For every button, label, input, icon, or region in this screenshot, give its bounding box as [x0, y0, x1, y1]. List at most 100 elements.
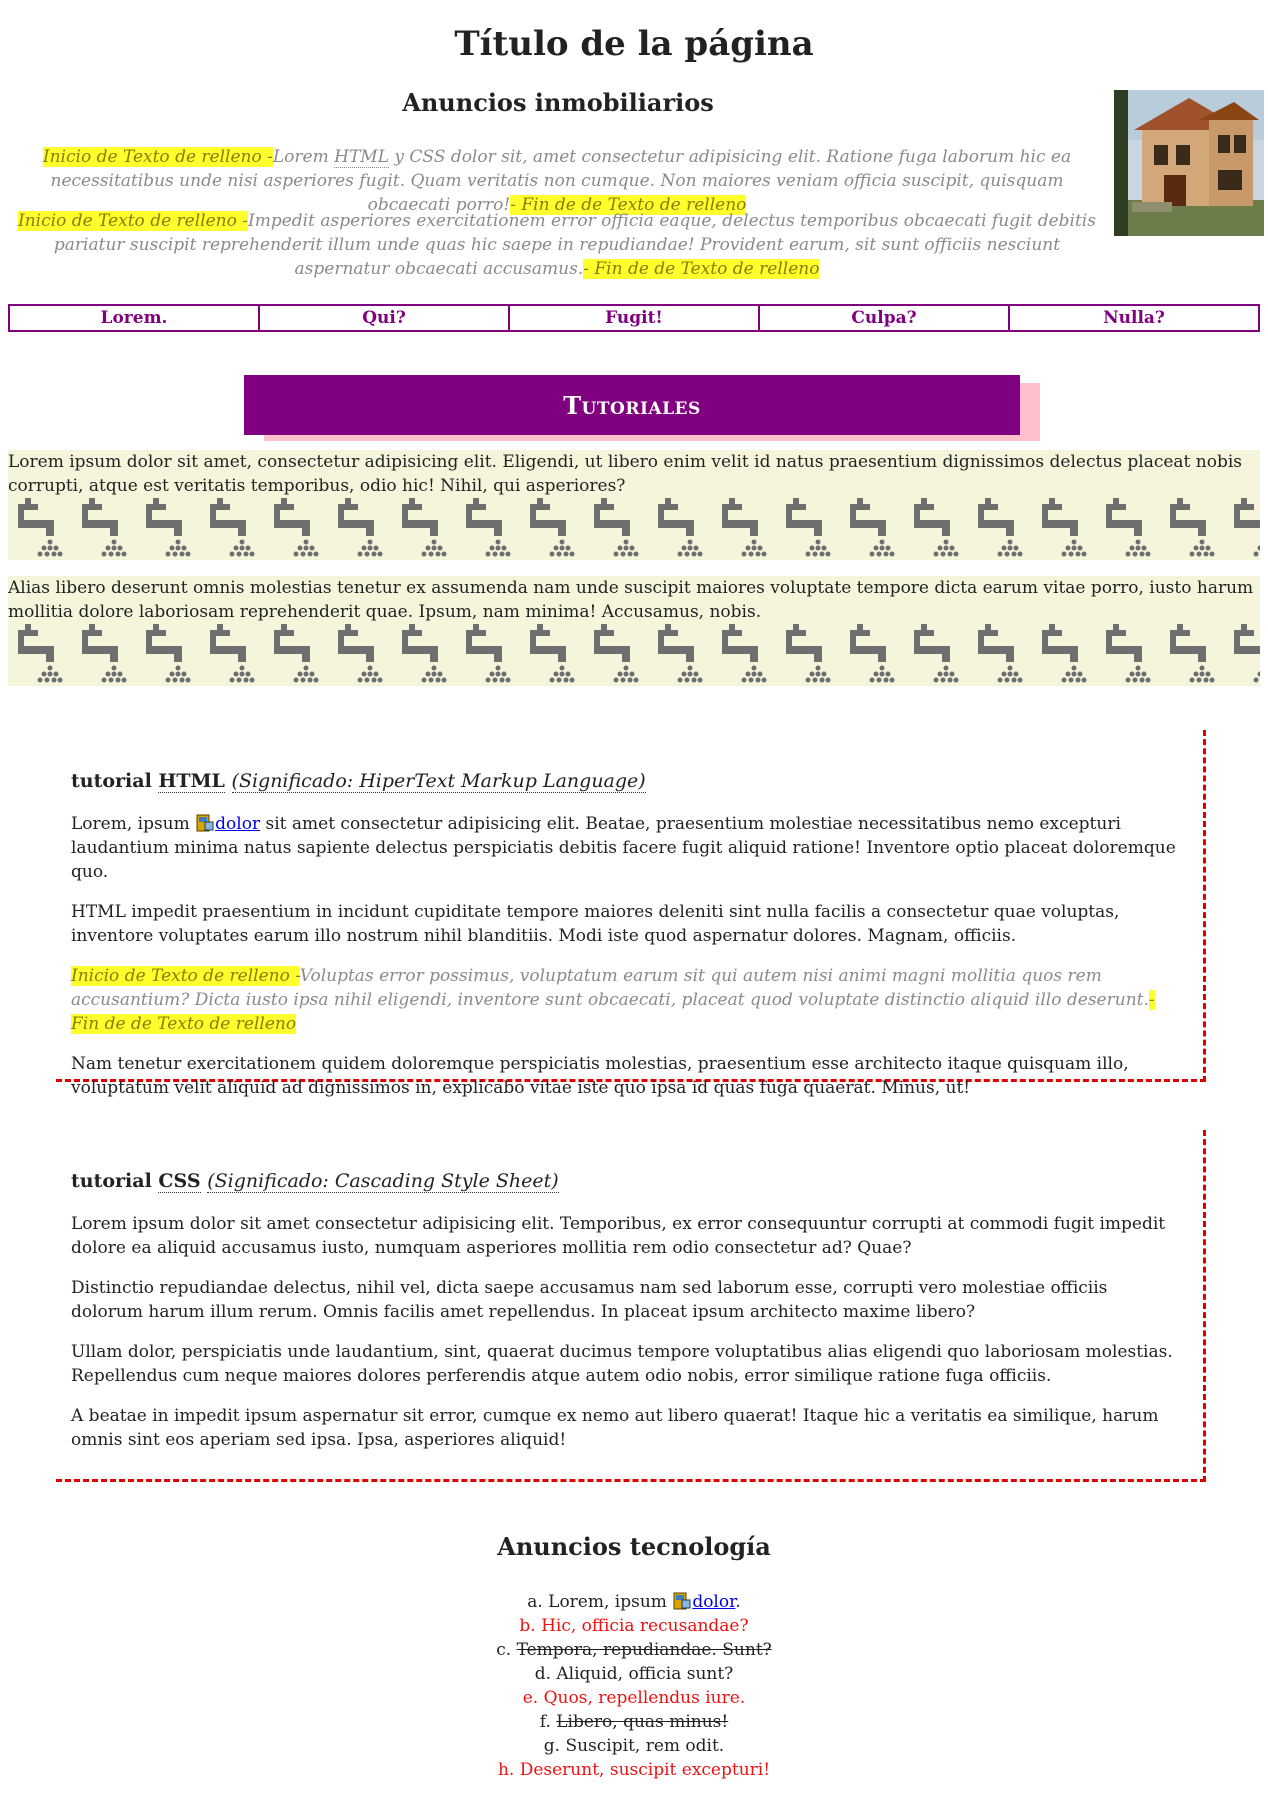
list-item: c. Tempora, repudiandae. Sunt? — [0, 1638, 1268, 1662]
faucet-icon — [1228, 624, 1260, 684]
faucet-icon — [76, 624, 136, 684]
faucet-icon — [780, 498, 840, 558]
faucet-icon — [332, 624, 392, 684]
faucet-row — [8, 624, 1260, 686]
real-estate-ads: Anuncios inmobiliarios Inicio de Texto d… — [0, 74, 1268, 304]
filler-text: Lorem — [272, 147, 335, 167]
css-tutorial-p3: Ullam dolor, perspiciatis unde laudantiu… — [71, 1342, 1173, 1386]
tech-list: a. Lorem, ipsum dolor. b. Hic, officia r… — [0, 1590, 1268, 1782]
faucet-icon — [972, 498, 1032, 558]
faucet-icon — [588, 498, 648, 558]
dolor-link[interactable]: dolor — [215, 814, 260, 834]
faucet-icon — [908, 624, 968, 684]
nav-item-lorem[interactable]: Lorem. — [10, 306, 260, 330]
nav-item-nulla[interactable]: Nulla? — [1010, 306, 1258, 330]
faucet-icon — [844, 498, 904, 558]
faucet-icon — [396, 624, 456, 684]
faucet-icon — [1100, 624, 1160, 684]
faucet-icon — [268, 624, 328, 684]
marker: c. — [496, 1640, 517, 1660]
beige-block-text: Alias libero deserunt omnis molestias te… — [8, 578, 1254, 622]
nav-item-culpa[interactable]: Culpa? — [760, 306, 1010, 330]
faucet-icon — [1164, 624, 1224, 684]
html-tutorial-section: tutorial HTML (Significado: HiperText Ma… — [56, 730, 1206, 1098]
faucet-icon — [140, 624, 200, 684]
faucet-icon — [844, 624, 904, 684]
faucet-icon — [1100, 498, 1160, 558]
css-tutorial-p1: Lorem ipsum dolor sit amet consectetur a… — [71, 1214, 1166, 1258]
html-tutorial-p4: Nam tenetur exercitationem quidem dolore… — [71, 1054, 1129, 1098]
faucet-icon — [76, 498, 136, 558]
marker: f. — [539, 1712, 557, 1732]
heading-prefix: tutorial — [71, 1170, 159, 1192]
filler-paragraph-1: Inicio de Texto de relleno -Lorem HTML y… — [8, 145, 1106, 217]
faucet-icon — [12, 624, 72, 684]
faucet-icon — [204, 498, 264, 558]
css-tutorial-heading: tutorial CSS (Significado: Cascading Sty… — [71, 1170, 1183, 1193]
faucet-icon — [652, 498, 712, 558]
css-tutorial-p2: Distinctio repudiandae delectus, nihil v… — [71, 1278, 1108, 1322]
list-item: f. Libero, quas minus! — [0, 1710, 1268, 1734]
abbr-html: HTML — [334, 147, 389, 168]
faucet-icon — [524, 498, 584, 558]
marker: a. — [527, 1592, 549, 1612]
book-computer-icon — [673, 1592, 691, 1610]
faucet-icon — [1036, 498, 1096, 558]
list-item: h. Deserunt, suscipit excepturi! — [497, 1760, 771, 1780]
beige-block-2: Alias libero deserunt omnis molestias te… — [8, 576, 1260, 686]
css-meaning: (Significado: Cascading Style Sheet) — [207, 1170, 559, 1193]
strike-text: Libero, quas minus! — [556, 1712, 729, 1732]
tech-ads: Anuncios tecnología a. Lorem, ipsum dolo… — [0, 1482, 1268, 1782]
html-meaning: (Significado: HiperText Markup Language) — [231, 770, 646, 793]
tutorials-banner: Tutoriales — [244, 375, 1020, 435]
faucet-icon — [460, 498, 520, 558]
nav-item-qui[interactable]: Qui? — [260, 306, 510, 330]
filler-start-label: Inicio de Texto de relleno - — [18, 211, 248, 231]
filler-paragraph-2: Inicio de Texto de relleno -Impedit aspe… — [8, 209, 1106, 281]
faucet-icon — [1228, 498, 1260, 558]
faucet-icon — [12, 498, 72, 558]
abbr-css: CSS — [158, 1170, 201, 1193]
faucet-icon — [268, 498, 328, 558]
css-tutorial-p4: A beatae in impedit ipsum aspernatur sit… — [71, 1406, 1159, 1450]
beige-block-1: Lorem ipsum dolor sit amet, consectetur … — [8, 450, 1260, 560]
main-nav: Lorem. Qui? Fugit! Culpa? Nulla? — [8, 304, 1260, 332]
dolor-link[interactable]: dolor — [692, 1592, 735, 1612]
html-tutorial-p3: Inicio de Texto de relleno -Voluptas err… — [71, 964, 1183, 1036]
faucet-icon — [716, 624, 776, 684]
text: Lorem, ipsum — [548, 1592, 673, 1612]
filler-start-label: Inicio de Texto de relleno - — [42, 147, 273, 167]
strike-text: Tempora, repudiandae. Sunt? — [516, 1640, 772, 1660]
faucet-icon — [204, 624, 264, 684]
faucet-icon — [524, 624, 584, 684]
heading-prefix: tutorial — [71, 770, 159, 792]
list-item: d. Aliquid, officia sunt? — [534, 1664, 734, 1684]
css-tutorial-section: tutorial CSS (Significado: Cascading Sty… — [56, 1130, 1206, 1482]
beige-block-text: Lorem ipsum dolor sit amet, consectetur … — [8, 452, 1243, 496]
faucet-icon — [780, 624, 840, 684]
faucet-icon — [908, 498, 968, 558]
faucet-icon — [652, 624, 712, 684]
faucet-icon — [716, 498, 776, 558]
list-item: b. Hic, officia recusandae? — [519, 1616, 749, 1636]
text: . — [735, 1592, 741, 1612]
faucet-icon — [140, 498, 200, 558]
faucet-icon — [588, 624, 648, 684]
page-title: Título de la página — [454, 24, 814, 64]
book-computer-icon — [196, 814, 214, 832]
text: Lorem, ipsum — [71, 814, 196, 834]
faucet-icon — [396, 498, 456, 558]
filler-end-label: - Fin de de Texto de relleno — [583, 259, 820, 279]
list-item: a. Lorem, ipsum dolor. — [0, 1590, 1268, 1614]
list-item: e. Quos, repellendus iure. — [522, 1688, 746, 1708]
real-estate-heading: Anuncios inmobiliarios — [402, 88, 714, 117]
nav-item-fugit[interactable]: Fugit! — [510, 306, 760, 330]
faucet-row — [8, 498, 1260, 560]
html-tutorial-p2: HTML impedit praesentium in incidunt cup… — [71, 902, 1120, 946]
faucet-icon — [460, 624, 520, 684]
tech-heading: Anuncios tecnología — [497, 1532, 771, 1561]
abbr-html: HTML — [158, 770, 225, 793]
faucet-icon — [1036, 624, 1096, 684]
filler-start-label: Inicio de Texto de relleno - — [71, 966, 300, 986]
html-tutorial-p1: Lorem, ipsum dolor sit amet consectetur … — [71, 812, 1183, 884]
